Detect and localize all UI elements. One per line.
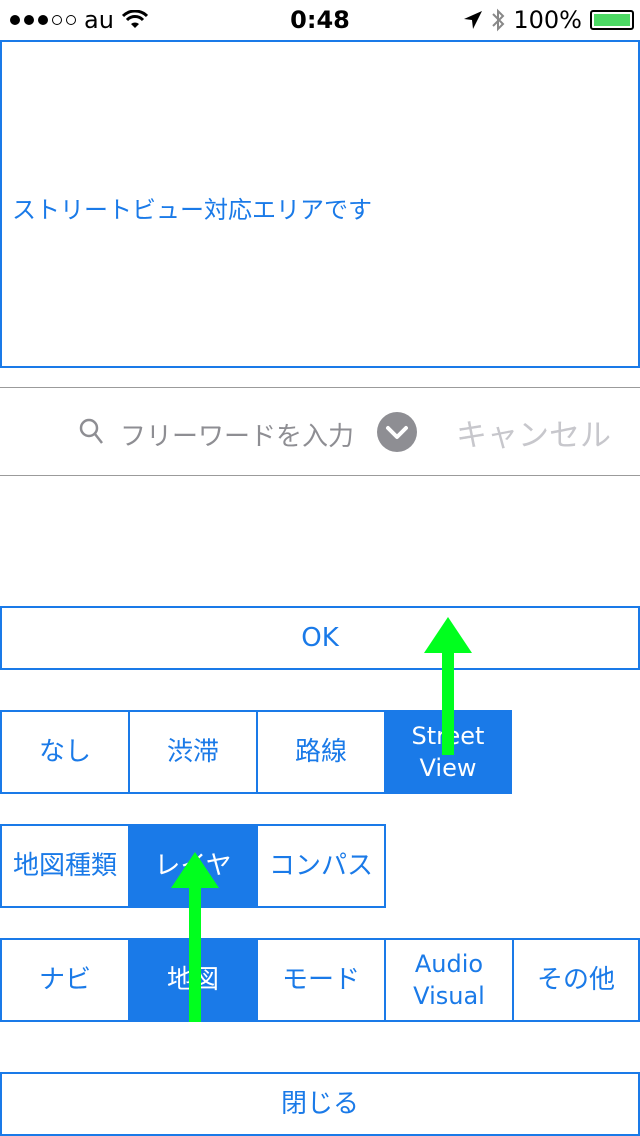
tab-map[interactable]: 地図 [128,938,258,1022]
tab-other[interactable]: その他 [512,938,640,1022]
close-button[interactable]: 閉じる [0,1072,640,1136]
tab-compass[interactable]: コンパス [256,824,386,908]
status-bar: au 0:48 100% [0,0,640,40]
message-panel: ストリートビュー対応エリアです [0,40,640,368]
layer-option-traffic[interactable]: 渋滞 [128,710,258,794]
cancel-button[interactable]: キャンセル [456,410,611,455]
ok-button[interactable]: OK [0,606,640,670]
tab-layer[interactable]: レイヤ [128,824,258,908]
location-arrow-icon [464,11,483,29]
layer-option-street-view[interactable]: Street View [384,710,512,794]
layer-option-route[interactable]: 路線 [256,710,386,794]
battery-percent: 100% [513,6,582,34]
tab-navi[interactable]: ナビ [0,938,130,1022]
layer-option-none[interactable]: なし [0,710,130,794]
bluetooth-icon [492,8,505,32]
message-text: ストリートビュー対応エリアです [12,196,372,224]
chevron-down-icon[interactable] [377,412,417,452]
status-right: 100% [463,6,634,34]
search-bar: フリーワードを入力 キャンセル [0,387,640,476]
tab-mode[interactable]: モード [256,938,386,1022]
battery-icon [590,10,634,30]
tab-audio-visual[interactable]: Audio Visual [384,938,514,1022]
tab-map-type[interactable]: 地図種類 [0,824,130,908]
search-icon [79,418,103,444]
search-input[interactable]: フリーワードを入力 [120,416,354,453]
